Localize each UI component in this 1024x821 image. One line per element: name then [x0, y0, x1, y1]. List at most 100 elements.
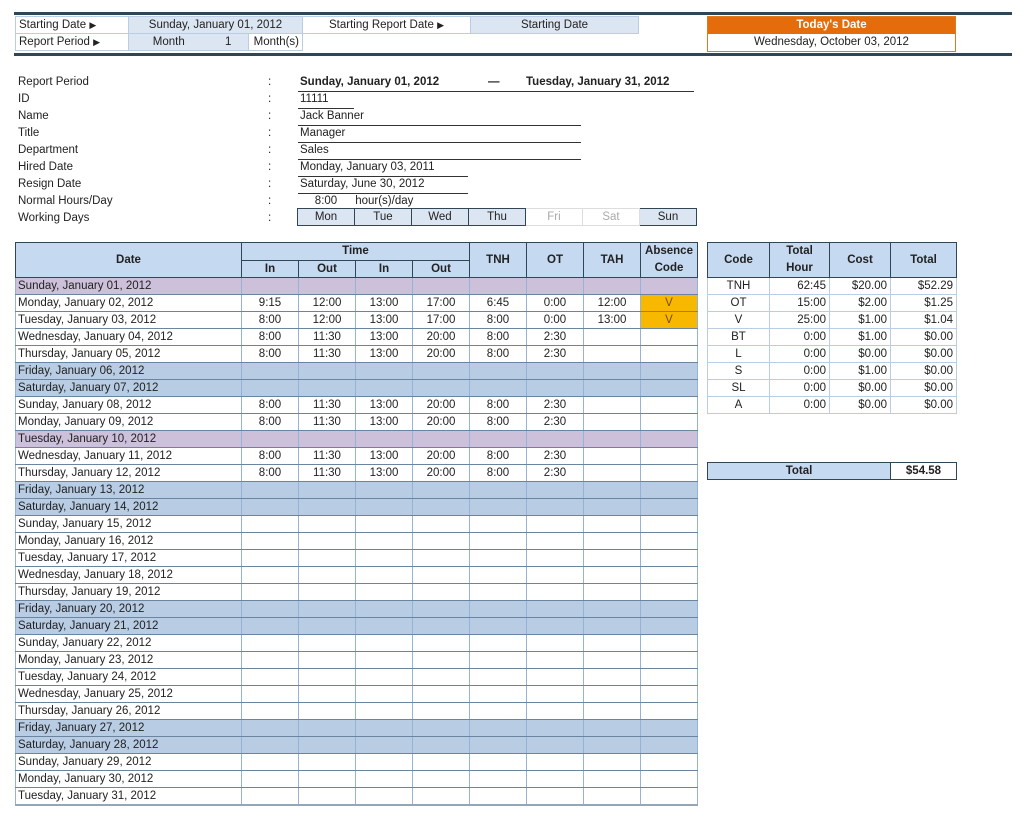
time-in-2[interactable]: 13:00 — [355, 345, 413, 363]
time-in-1[interactable]: 8:00 — [241, 328, 299, 346]
tah-cell[interactable] — [583, 685, 641, 703]
tah-cell[interactable] — [583, 498, 641, 516]
tnh-cell[interactable] — [469, 736, 527, 754]
time-out-1[interactable] — [298, 651, 356, 669]
ot-cell[interactable] — [526, 277, 584, 295]
absence-code-cell[interactable] — [640, 396, 698, 414]
ot-cell[interactable]: 2:30 — [526, 328, 584, 346]
absence-code-cell[interactable] — [640, 685, 698, 703]
time-out-2[interactable]: 20:00 — [412, 345, 470, 363]
time-in-1[interactable] — [241, 481, 299, 499]
time-out-2[interactable] — [412, 770, 470, 788]
time-out-1[interactable] — [298, 549, 356, 567]
tah-cell[interactable] — [583, 719, 641, 737]
ot-cell[interactable] — [526, 787, 584, 806]
absence-code-cell[interactable]: V — [640, 311, 698, 329]
time-out-2[interactable] — [412, 753, 470, 771]
tnh-cell[interactable] — [469, 719, 527, 737]
tah-cell[interactable] — [583, 651, 641, 669]
summary-cost[interactable]: $20.00 — [829, 277, 891, 295]
tah-cell[interactable] — [583, 566, 641, 584]
time-out-1[interactable] — [298, 736, 356, 754]
time-out-1[interactable] — [298, 787, 356, 806]
tnh-cell[interactable] — [469, 753, 527, 771]
time-in-2[interactable] — [355, 515, 413, 533]
time-in-2[interactable] — [355, 566, 413, 584]
ot-cell[interactable]: 2:30 — [526, 396, 584, 414]
time-out-1[interactable]: 11:30 — [298, 413, 356, 431]
time-out-2[interactable] — [412, 481, 470, 499]
ot-cell[interactable]: 2:30 — [526, 413, 584, 431]
working-day-mon[interactable]: Mon — [297, 208, 355, 226]
time-out-2[interactable] — [412, 600, 470, 618]
ot-cell[interactable] — [526, 515, 584, 533]
working-day-tue[interactable]: Tue — [354, 208, 412, 226]
tnh-cell[interactable]: 8:00 — [469, 413, 527, 431]
tnh-cell[interactable] — [469, 379, 527, 397]
time-in-2[interactable]: 13:00 — [355, 413, 413, 431]
time-out-2[interactable] — [412, 736, 470, 754]
tah-cell[interactable] — [583, 736, 641, 754]
time-in-1[interactable] — [241, 583, 299, 601]
time-in-1[interactable] — [241, 685, 299, 703]
summary-cost[interactable]: $2.00 — [829, 294, 891, 312]
absence-code-cell[interactable] — [640, 736, 698, 754]
time-out-2[interactable]: 17:00 — [412, 311, 470, 329]
time-out-1[interactable] — [298, 498, 356, 516]
working-day-fri[interactable]: Fri — [525, 208, 583, 226]
time-out-2[interactable] — [412, 362, 470, 380]
time-in-2[interactable] — [355, 532, 413, 550]
time-out-1[interactable]: 11:30 — [298, 328, 356, 346]
tnh-cell[interactable] — [469, 787, 527, 806]
time-out-2[interactable] — [412, 634, 470, 652]
time-out-2[interactable]: 17:00 — [412, 294, 470, 312]
resign-date-field[interactable]: Saturday, June 30, 2012 — [298, 176, 468, 194]
absence-code-cell[interactable] — [640, 413, 698, 431]
time-out-1[interactable] — [298, 583, 356, 601]
tah-cell[interactable] — [583, 345, 641, 363]
time-in-2[interactable] — [355, 549, 413, 567]
absence-code-cell[interactable] — [640, 328, 698, 346]
department-field[interactable]: Sales — [298, 142, 581, 160]
time-out-1[interactable] — [298, 532, 356, 550]
summary-cost[interactable]: $1.00 — [829, 311, 891, 329]
ot-cell[interactable] — [526, 685, 584, 703]
ot-cell[interactable] — [526, 566, 584, 584]
time-out-2[interactable] — [412, 617, 470, 635]
ot-cell[interactable] — [526, 702, 584, 720]
time-out-2[interactable] — [412, 702, 470, 720]
tnh-cell[interactable]: 8:00 — [469, 396, 527, 414]
tah-cell[interactable] — [583, 396, 641, 414]
time-in-1[interactable] — [241, 515, 299, 533]
time-out-2[interactable] — [412, 685, 470, 703]
time-in-1[interactable] — [241, 753, 299, 771]
time-out-2[interactable]: 20:00 — [412, 464, 470, 482]
time-out-1[interactable] — [298, 719, 356, 737]
time-in-2[interactable] — [355, 430, 413, 448]
time-in-2[interactable] — [355, 736, 413, 754]
tnh-cell[interactable] — [469, 600, 527, 618]
time-in-2[interactable] — [355, 787, 413, 806]
ot-cell[interactable] — [526, 549, 584, 567]
starting-report-date-field[interactable]: Starting Date — [470, 16, 639, 34]
tnh-cell[interactable]: 8:00 — [469, 464, 527, 482]
tah-cell[interactable] — [583, 770, 641, 788]
time-out-1[interactable] — [298, 430, 356, 448]
time-out-1[interactable] — [298, 481, 356, 499]
time-in-2[interactable] — [355, 753, 413, 771]
working-day-wed[interactable]: Wed — [411, 208, 469, 226]
time-out-1[interactable]: 12:00 — [298, 311, 356, 329]
time-out-2[interactable] — [412, 379, 470, 397]
time-out-1[interactable] — [298, 515, 356, 533]
tnh-cell[interactable]: 8:00 — [469, 447, 527, 465]
summary-cost[interactable]: $1.00 — [829, 328, 891, 346]
absence-code-cell[interactable] — [640, 277, 698, 295]
time-out-2[interactable] — [412, 277, 470, 295]
tnh-cell[interactable] — [469, 515, 527, 533]
time-in-2[interactable]: 13:00 — [355, 311, 413, 329]
time-in-2[interactable] — [355, 634, 413, 652]
tah-cell[interactable] — [583, 447, 641, 465]
summary-cost[interactable]: $1.00 — [829, 362, 891, 380]
tnh-cell[interactable] — [469, 651, 527, 669]
tah-cell[interactable] — [583, 532, 641, 550]
